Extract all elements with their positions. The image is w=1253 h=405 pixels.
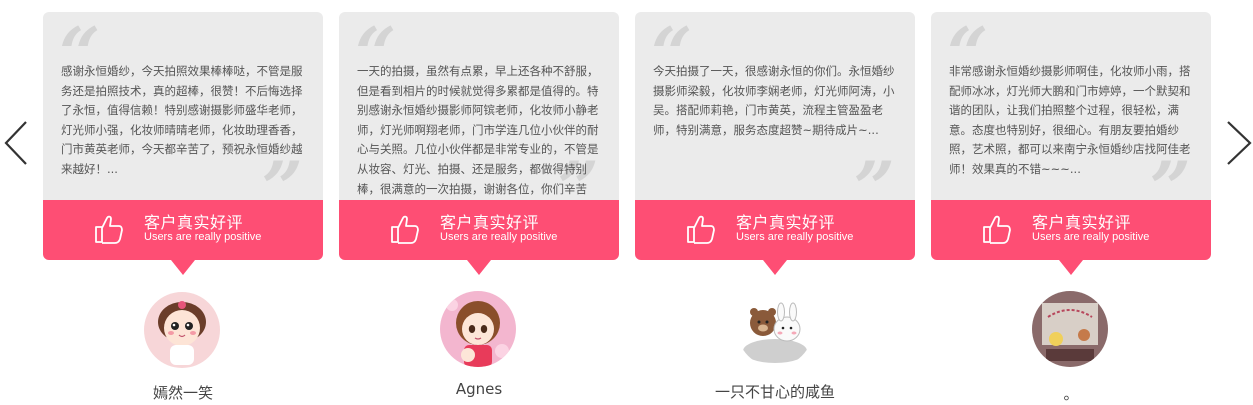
- avatar[interactable]: [440, 291, 516, 367]
- avatar[interactable]: [1032, 291, 1108, 367]
- photo-avatar-image: [1032, 291, 1108, 367]
- thumbs-up-icon: [391, 215, 419, 244]
- review-card[interactable]: “ ” 感谢永恒婚纱，今天拍照效果棒棒哒，不管是服务还是拍照技术，真的超棒，很赞…: [43, 12, 323, 275]
- positive-review-badge: 客户真实好评 Users are really positive: [635, 200, 915, 275]
- bear-and-bunny-avatar-image: [737, 291, 813, 367]
- next-arrow-button[interactable]: [1224, 118, 1253, 168]
- positive-review-badge: 客户真实好评 Users are really positive: [931, 200, 1211, 275]
- review-card[interactable]: “ ” 非常感谢永恒婚纱摄影师啊佳，化妆师小雨，搭配师冰冰，灯光师大鹏和门市婷婷…: [931, 12, 1211, 275]
- username: 。: [1063, 385, 1079, 403]
- positive-review-badge: 客户真实好评 Users are really positive: [43, 200, 323, 275]
- badge-title: 客户真实好评: [440, 213, 540, 232]
- positive-review-badge: 客户真实好评 Users are really positive: [339, 200, 619, 275]
- chevron-left-icon: [4, 121, 27, 165]
- thumbs-up-icon: [95, 215, 123, 244]
- review-quote-box: “ ” 今天拍摄了一天，很感谢永恒的你们。永恒婚纱摄影师梁毅，化妆师李娴老师，灯…: [635, 12, 915, 200]
- badge-title: 客户真实好评: [736, 213, 836, 232]
- review-text: 一天的拍摄，虽然有点累，早上还各种不舒服，但是看到相片的时候就觉得多累都是值得的…: [357, 64, 599, 196]
- badge-pointer: [763, 260, 787, 275]
- prev-arrow-button[interactable]: [2, 118, 32, 168]
- chevron-right-icon: [1227, 121, 1252, 165]
- review-quote-box: “ ” 一天的拍摄，虽然有点累，早上还各种不舒服，但是看到相片的时候就觉得多累都…: [339, 12, 619, 200]
- badge-pointer: [467, 260, 491, 275]
- avatar[interactable]: [737, 291, 813, 367]
- review-quote-box: “ ” 感谢永恒婚纱，今天拍照效果棒棒哒，不管是服务还是拍照技术，真的超棒，很赞…: [43, 12, 323, 200]
- anime-girl-avatar-image: [440, 291, 516, 367]
- badge-pointer: [1059, 260, 1083, 275]
- review-quote-box: “ ” 非常感谢永恒婚纱摄影师啊佳，化妆师小雨，搭配师冰冰，灯光师大鹏和门市婷婷…: [931, 12, 1211, 200]
- badge-title: 客户真实好评: [1032, 213, 1132, 232]
- review-text: 非常感谢永恒婚纱摄影师啊佳，化妆师小雨，搭配师冰冰，灯光师大鹏和门市婷婷，一个默…: [949, 64, 1191, 176]
- badge-subtitle: Users are really positive: [144, 231, 262, 243]
- thumbs-up-icon: [687, 215, 715, 244]
- badge-subtitle: Users are really positive: [1032, 231, 1150, 243]
- badge-subtitle: Users are really positive: [736, 231, 854, 243]
- badge-subtitle: Users are really positive: [440, 231, 558, 243]
- review-card[interactable]: “ ” 今天拍摄了一天，很感谢永恒的你们。永恒婚纱摄影师梁毅，化妆师李娴老师，灯…: [635, 12, 915, 275]
- badge-title: 客户真实好评: [144, 213, 244, 232]
- review-text: 感谢永恒婚纱，今天拍照效果棒棒哒，不管是服务还是拍照技术，真的超棒，很赞！不后悔…: [61, 64, 303, 176]
- thumbs-up-icon: [983, 215, 1011, 244]
- username: 一只不甘心的咸鱼: [714, 383, 835, 401]
- review-text: 今天拍摄了一天，很感谢永恒的你们。永恒婚纱摄影师梁毅，化妆师李娴老师，灯光师阿涛…: [653, 64, 895, 137]
- review-card[interactable]: “ ” 一天的拍摄，虽然有点累，早上还各种不舒服，但是看到相片的时候就觉得多累都…: [339, 12, 619, 275]
- username: 嫣然一笑: [152, 384, 213, 402]
- cartoon-girl-avatar-image: [144, 292, 220, 368]
- close-quote-icon: ”: [853, 145, 895, 201]
- avatar[interactable]: [144, 292, 220, 368]
- username: Agnes: [455, 380, 503, 398]
- badge-pointer: [171, 260, 195, 275]
